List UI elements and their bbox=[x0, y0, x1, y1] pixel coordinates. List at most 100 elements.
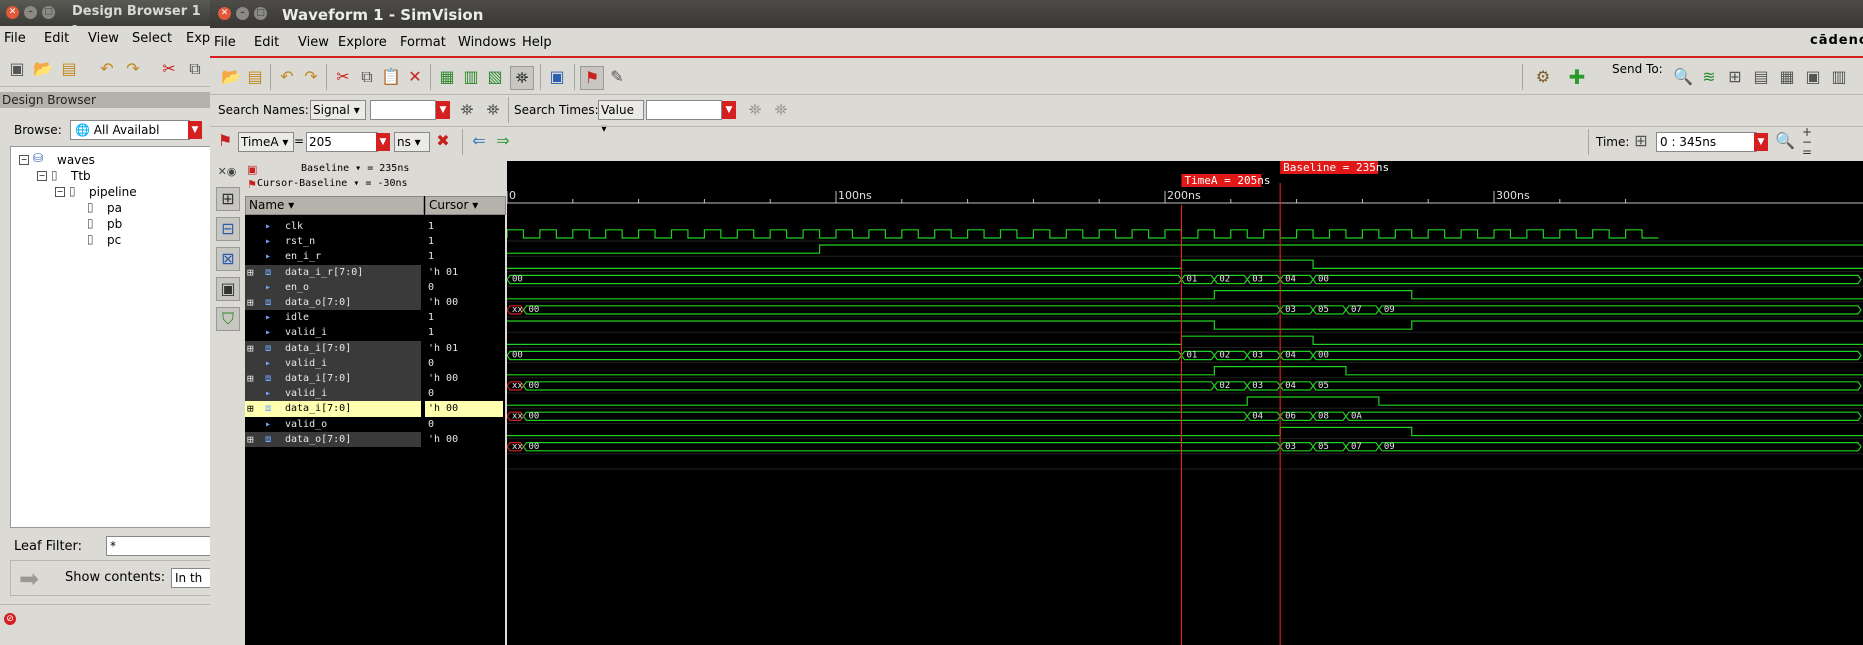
signal-row[interactable]: ▸ valid_i bbox=[245, 355, 421, 371]
search-prev-icon[interactable]: ⛯ bbox=[456, 99, 478, 121]
cut-icon[interactable]: ✂ bbox=[158, 58, 180, 80]
copy-icon[interactable]: ⧉ bbox=[356, 66, 378, 88]
display-icon[interactable]: ▣ bbox=[546, 66, 568, 88]
open-icon[interactable]: 📂 bbox=[220, 66, 242, 88]
stop-icon[interactable]: ⊘ bbox=[4, 613, 16, 625]
signal-row[interactable]: ▸ en_o bbox=[245, 279, 421, 295]
search-names-input[interactable] bbox=[370, 100, 436, 120]
collapse-icon[interactable]: − bbox=[19, 155, 29, 165]
close-icon[interactable]: ✕ bbox=[218, 7, 231, 20]
signal-row[interactable]: ▸ rst_n bbox=[245, 234, 421, 250]
cursor-time-input[interactable]: 205 bbox=[306, 132, 378, 152]
minimize-icon[interactable]: – bbox=[24, 6, 37, 19]
search-time-next-icon[interactable]: ⛯ bbox=[770, 99, 792, 121]
time-range-icon[interactable]: ⊞ bbox=[1630, 130, 1652, 152]
menu-edit[interactable]: Edit bbox=[44, 31, 69, 46]
search-names-dropdown-icon[interactable]: ▼ bbox=[436, 101, 450, 119]
bus-icon[interactable]: ⊠ bbox=[216, 247, 240, 271]
cursor-flag-icon[interactable]: ⚑ bbox=[214, 130, 236, 152]
cursor-left-icon[interactable]: ⇐ bbox=[468, 130, 490, 152]
undo-icon[interactable]: ↶ bbox=[96, 58, 118, 80]
menu-explore[interactable]: Exp bbox=[186, 31, 210, 46]
maximize-icon[interactable]: □ bbox=[254, 7, 267, 20]
menu-file[interactable]: File bbox=[4, 31, 26, 46]
search-times-dropdown-icon[interactable]: ▼ bbox=[722, 101, 736, 119]
zoom-out-icon[interactable]: ▧ bbox=[484, 66, 506, 88]
paste-icon[interactable]: 📋 bbox=[380, 66, 402, 88]
send-schematic-icon[interactable]: ⊞ bbox=[1724, 66, 1746, 88]
browse-select[interactable]: 🌐 All Availabl bbox=[70, 120, 190, 140]
expand-icon[interactable]: ⊞ bbox=[247, 265, 254, 280]
new-window-icon[interactable]: ▣ bbox=[6, 58, 28, 80]
redo-icon[interactable]: ↷ bbox=[122, 58, 144, 80]
group-icon[interactable]: ⊟ bbox=[216, 217, 240, 241]
zoom-in-icon[interactable]: ▥ bbox=[460, 66, 482, 88]
signal-row[interactable]: ⊞ ⧈ data_o[7:0] bbox=[245, 431, 421, 447]
search-times-type-select[interactable]: Value ▾ bbox=[598, 100, 644, 135]
signal-row[interactable]: ▸ en_i_r bbox=[245, 249, 421, 265]
cursor-time-dropdown-icon[interactable]: ▼ bbox=[376, 133, 390, 151]
cursor-delete-icon[interactable]: ✖ bbox=[432, 130, 454, 152]
minimize-icon[interactable]: – bbox=[236, 7, 249, 20]
undo-icon[interactable]: ↶ bbox=[276, 66, 298, 88]
close-icon[interactable]: ✕ bbox=[6, 6, 19, 19]
save-icon[interactable]: ▤ bbox=[244, 66, 266, 88]
maximize-icon[interactable]: □ bbox=[42, 6, 55, 19]
signal-row[interactable]: ▸ valid_i bbox=[245, 386, 421, 402]
delete-icon[interactable]: ✕ bbox=[404, 66, 426, 88]
send-watch-icon[interactable]: ▥ bbox=[1828, 66, 1850, 88]
marker-panel-icon[interactable]: ▣ bbox=[216, 277, 240, 301]
expression-icon[interactable]: ⛉ bbox=[216, 307, 240, 331]
cursor-unit-select[interactable]: ns ▾ bbox=[394, 132, 430, 152]
menu-windows[interactable]: Windows bbox=[458, 35, 516, 50]
signal-row[interactable]: ▸ valid_o bbox=[245, 416, 421, 432]
cursor-right-icon[interactable]: ⇒ bbox=[492, 130, 514, 152]
expand-icon[interactable]: ⊞ bbox=[247, 401, 254, 416]
browse-dropdown-icon[interactable]: ▼ bbox=[188, 121, 202, 139]
menu-view[interactable]: View bbox=[298, 35, 329, 50]
send-waveform-icon[interactable]: ≋ bbox=[1698, 66, 1720, 88]
menu-help[interactable]: Help bbox=[522, 35, 552, 50]
cursor-baseline-label[interactable]: Cursor-Baseline ▾ = -30ns bbox=[257, 178, 408, 189]
signal-row[interactable]: ⊞ ⧈ data_o[7:0] bbox=[245, 295, 421, 311]
copy-icon[interactable]: ⧉ bbox=[184, 58, 206, 80]
signal-row[interactable]: ⊞ ⧈ data_i[7:0] bbox=[245, 340, 421, 356]
leaf-filter-input[interactable]: * bbox=[106, 536, 215, 556]
expand-icon[interactable]: ⊞ bbox=[247, 432, 254, 447]
search-next-icon[interactable]: ⛯ bbox=[482, 99, 504, 121]
send-browser-icon[interactable]: ▣ bbox=[1802, 66, 1824, 88]
menu-explore[interactable]: Explore bbox=[338, 35, 387, 50]
package-icon[interactable]: ⚙ bbox=[1532, 66, 1554, 88]
time-range-dropdown-icon[interactable]: ▼ bbox=[1754, 133, 1768, 151]
send-source-icon[interactable]: 🔍 bbox=[1672, 66, 1694, 88]
cursor-column-header[interactable]: Cursor ▾ bbox=[425, 196, 506, 215]
marker-icon[interactable]: ⚑ bbox=[580, 66, 604, 90]
collapse-icon[interactable]: − bbox=[37, 171, 47, 181]
send-memory-icon[interactable]: ▦ bbox=[1776, 66, 1798, 88]
signal-row[interactable]: ⊞ ⧈ data_i[7:0] bbox=[245, 371, 421, 387]
expand-icon[interactable]: ⊞ bbox=[247, 295, 254, 310]
open-icon[interactable]: 📂 bbox=[32, 58, 54, 80]
search-names-type-select[interactable]: Signal ▾ bbox=[310, 100, 366, 120]
menu-edit[interactable]: Edit bbox=[254, 35, 279, 50]
signal-row[interactable]: ⊞ ⧈ data_i[7:0] bbox=[245, 401, 421, 417]
menu-select[interactable]: Select bbox=[132, 31, 172, 46]
cut-icon[interactable]: ✂ bbox=[332, 66, 354, 88]
binoculars-icon[interactable]: ⛯ bbox=[510, 66, 534, 90]
add-signals-icon[interactable]: ⊞ bbox=[216, 187, 240, 211]
menu-file[interactable]: File bbox=[214, 35, 236, 50]
waveform-canvas[interactable]: 0 100ns 200ns 300ns 00 01 02 03 04 00 xx 00 03 05 07 09… bbox=[507, 161, 1863, 645]
name-column-header[interactable]: Name ▾ bbox=[245, 196, 424, 215]
signal-row[interactable]: ▸ clk bbox=[245, 219, 421, 235]
search-times-input[interactable] bbox=[646, 100, 722, 120]
send-register-icon[interactable]: ▤ bbox=[1750, 66, 1772, 88]
signal-row[interactable]: ⊞ ⧈ data_i_r[7:0] bbox=[245, 264, 421, 280]
zoom-fit-icon[interactable]: ▦ bbox=[436, 66, 458, 88]
signal-row[interactable]: ▸ valid_i bbox=[245, 325, 421, 341]
probe-icon[interactable]: ✎ bbox=[606, 66, 628, 88]
menu-format[interactable]: Format bbox=[400, 35, 446, 50]
arrow-right-icon[interactable]: ➡ bbox=[19, 565, 39, 593]
add-icon[interactable]: ✚ bbox=[1566, 66, 1588, 88]
close-panel-icon[interactable]: ✕◉ bbox=[216, 161, 238, 183]
search-time-prev-icon[interactable]: ⛯ bbox=[744, 99, 766, 121]
